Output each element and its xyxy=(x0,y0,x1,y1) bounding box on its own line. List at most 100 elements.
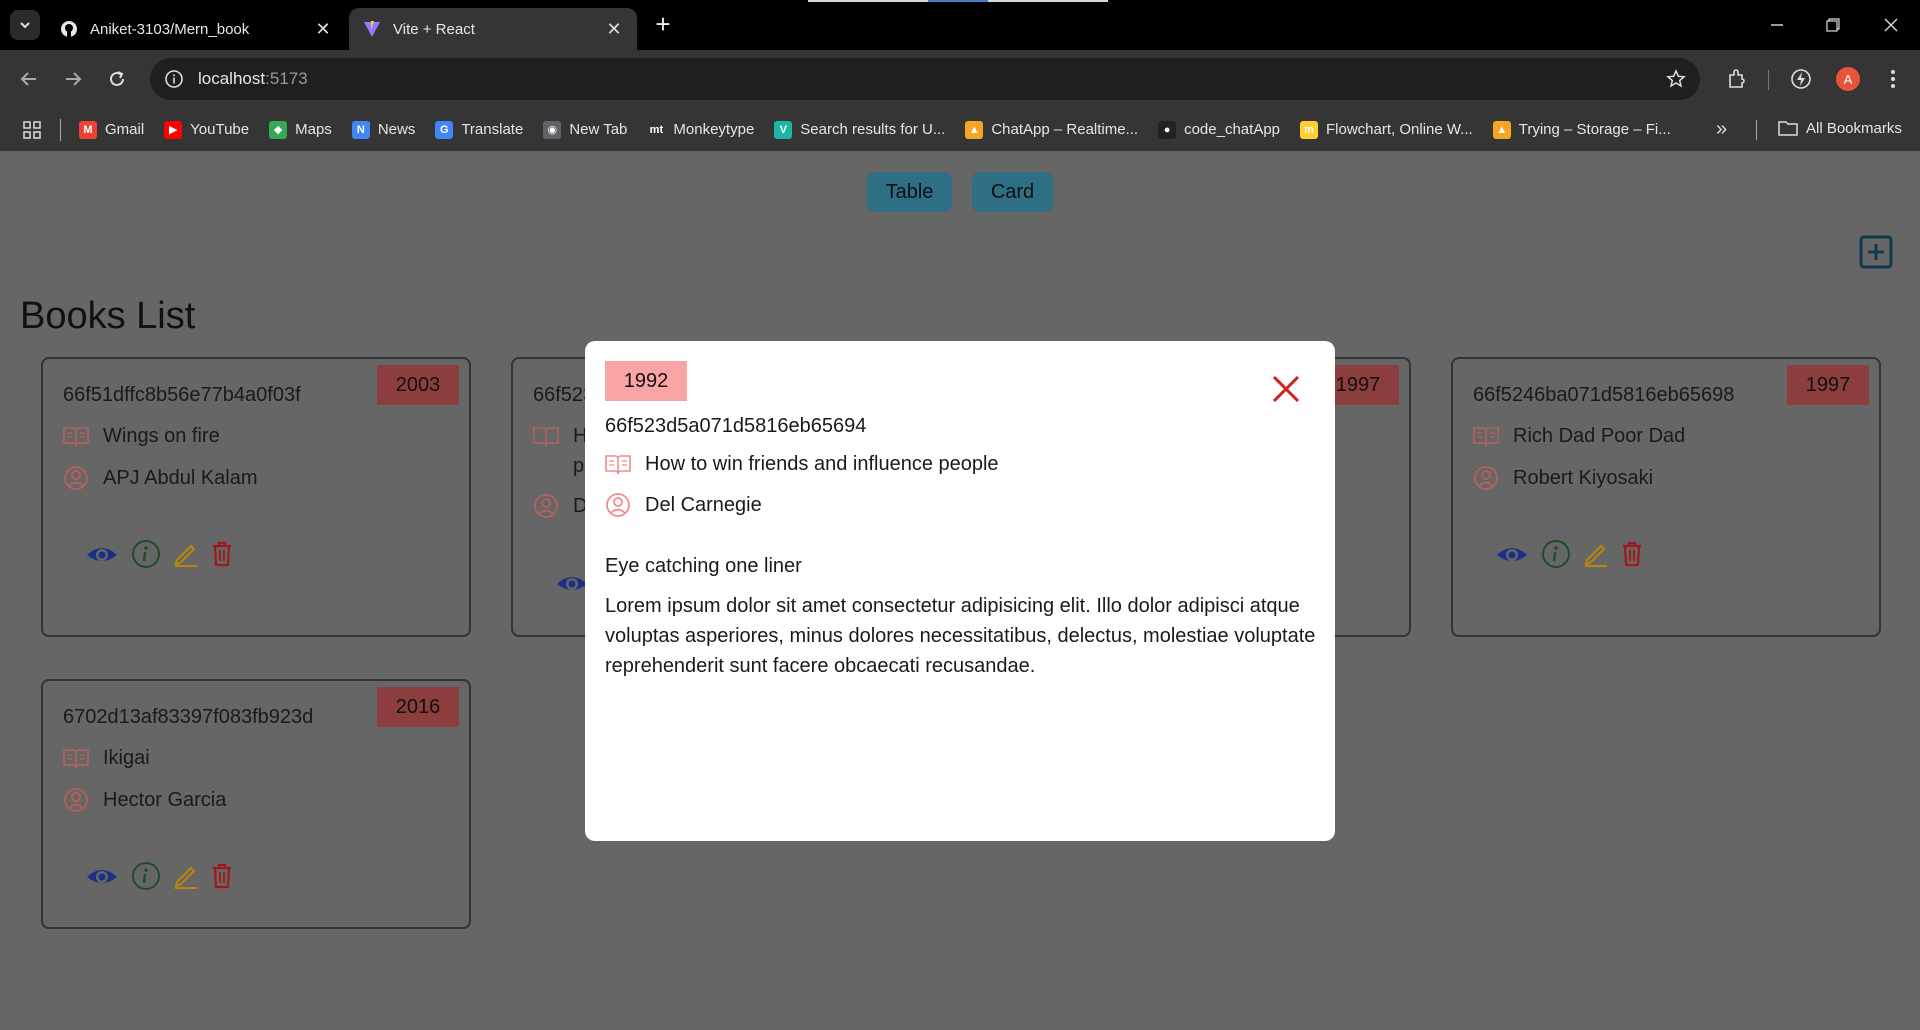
delete-trash-icon[interactable] xyxy=(1621,541,1643,567)
translate-icon: G xyxy=(435,120,454,139)
site-info-icon[interactable] xyxy=(164,69,184,89)
info-icon[interactable] xyxy=(1541,539,1571,569)
book-id: 66f51dffc8b56e77b4a0f03f xyxy=(63,384,301,406)
bookmark-item[interactable]: ◆ Maps xyxy=(269,120,332,139)
restore-icon[interactable] xyxy=(1810,8,1856,42)
bookmark-item[interactable]: N News xyxy=(351,120,416,139)
book-author: Hector Garcia xyxy=(103,788,227,811)
profile-avatar[interactable]: A xyxy=(1836,67,1860,91)
card-actions xyxy=(85,539,245,569)
bookmark-label: News xyxy=(377,121,416,138)
more-bookmarks-icon[interactable]: » xyxy=(1716,118,1727,141)
menu-icon[interactable] xyxy=(1880,66,1906,92)
firebase-icon: ▲ xyxy=(965,120,984,139)
view-eye-icon[interactable] xyxy=(85,864,119,888)
book-author-row: D xyxy=(533,493,587,519)
year-badge: 2003 xyxy=(377,365,459,405)
edit-pencil-icon[interactable] xyxy=(1583,541,1609,567)
tab-github[interactable]: Aniket-3103/Mern_book ✕ xyxy=(46,8,346,50)
delete-trash-icon[interactable] xyxy=(211,863,233,889)
url-text: localhost:5173 xyxy=(198,69,308,88)
book-id: 66f523d5a071d5816eb65694 xyxy=(605,415,867,437)
book-card: 2003 66f51dffc8b56e77b4a0f03f Wings on f… xyxy=(41,357,471,637)
book-author-row: APJ Abdul Kalam xyxy=(63,465,258,491)
book-author: Robert Kiyosaki xyxy=(1513,466,1654,489)
book-id: 6702d13af83397f083fb923d xyxy=(63,706,314,728)
bookmark-item[interactable]: ▲ Trying – Storage – Fi... xyxy=(1492,120,1671,139)
book-id: 66f5246ba071d5816eb65698 xyxy=(1473,384,1735,406)
book-title-continued: p xyxy=(573,455,585,477)
bookmark-item[interactable]: ◉ New Tab xyxy=(543,120,628,139)
book-icon xyxy=(605,454,631,474)
bookmark-label: Maps xyxy=(295,121,332,138)
one-liner: Eye catching one liner xyxy=(605,555,802,577)
bookmarks-divider xyxy=(60,118,61,141)
year-badge: 1997 xyxy=(1787,365,1869,405)
close-icon[interactable] xyxy=(1270,373,1302,405)
github-icon xyxy=(60,20,78,38)
bookmark-item[interactable]: V Search results for U... xyxy=(774,120,946,139)
bookmark-star-icon[interactable] xyxy=(1666,69,1686,89)
bookmark-item[interactable]: m Flowchart, Online W... xyxy=(1300,120,1473,139)
card-actions xyxy=(85,861,245,891)
bookmark-item[interactable]: ▲ ChatApp – Realtime... xyxy=(965,120,1138,139)
bookmark-label: code_chatApp xyxy=(1184,121,1281,138)
bookmark-label: Flowchart, Online W... xyxy=(1326,121,1473,138)
new-tab-button[interactable]: + xyxy=(650,11,676,38)
close-tab-icon[interactable]: ✕ xyxy=(314,19,332,39)
bookmark-item[interactable]: mt Monkeytype xyxy=(647,120,755,139)
card-view-button[interactable]: Card xyxy=(972,172,1053,212)
globe-icon: ◉ xyxy=(543,120,562,139)
year-badge: 2016 xyxy=(377,687,459,727)
edit-pencil-icon[interactable] xyxy=(173,863,199,889)
user-circle-icon xyxy=(534,494,558,518)
chevron-down-icon xyxy=(20,22,30,29)
reload-icon[interactable] xyxy=(102,64,132,94)
address-bar[interactable]: localhost:5173 xyxy=(150,58,1700,100)
minimize-icon[interactable] xyxy=(1754,8,1800,42)
info-icon[interactable] xyxy=(131,861,161,891)
book-icon xyxy=(63,426,89,446)
performance-icon[interactable] xyxy=(1788,66,1814,92)
user-circle-icon xyxy=(64,788,88,812)
monkeytype-icon: mt xyxy=(647,120,666,139)
close-window-icon[interactable] xyxy=(1868,8,1914,42)
bookmark-item[interactable]: ● code_chatApp xyxy=(1158,120,1281,139)
book-author-row: Hector Garcia xyxy=(63,787,226,813)
bookmark-item[interactable]: M Gmail xyxy=(79,120,144,139)
view-eye-icon[interactable] xyxy=(85,542,119,566)
book-icon xyxy=(63,748,89,768)
bookmark-label: Monkeytype xyxy=(673,121,755,138)
tab-title: Aniket-3103/Mern_book xyxy=(90,20,250,38)
forward-icon[interactable] xyxy=(58,64,88,94)
bookmark-list: M Gmail ▶ YouTube ◆ Maps N News G Translate ◉ New T… xyxy=(79,120,1691,139)
extensions-icon[interactable] xyxy=(1724,66,1750,92)
tab-vite-react[interactable]: Vite + React ✕ xyxy=(349,8,637,50)
book-title: Ikigai xyxy=(103,747,150,769)
bookmarks-bar: M Gmail ▶ YouTube ◆ Maps N News G Translate ◉ New T… xyxy=(0,108,1920,151)
bookmark-item[interactable]: ▶ YouTube xyxy=(164,120,249,139)
delete-trash-icon[interactable] xyxy=(211,541,233,567)
book-title-wrap: p xyxy=(573,455,584,478)
info-icon[interactable] xyxy=(131,539,161,569)
all-bookmarks-button[interactable]: All Bookmarks xyxy=(1778,119,1902,137)
bookmark-label: New Tab xyxy=(569,121,628,138)
tab-title: Vite + React xyxy=(393,20,475,38)
maps-icon: ◆ xyxy=(269,120,288,139)
apps-grid-icon[interactable] xyxy=(22,120,42,140)
bookmark-item[interactable]: G Translate xyxy=(435,120,523,139)
miro-icon: m xyxy=(1300,120,1319,139)
table-view-button[interactable]: Table xyxy=(867,172,952,212)
back-icon[interactable] xyxy=(14,64,44,94)
book-author-row: Del Carnegie xyxy=(605,492,762,518)
tab-search-button[interactable] xyxy=(10,10,40,40)
view-eye-icon[interactable] xyxy=(555,571,589,595)
add-book-icon[interactable] xyxy=(1859,235,1893,269)
bookmark-label: Search results for U... xyxy=(800,121,946,138)
edit-pencil-icon[interactable] xyxy=(173,541,199,567)
view-eye-icon[interactable] xyxy=(1495,542,1529,566)
window-drag-indicator xyxy=(808,0,1108,2)
book-author: Del Carnegie xyxy=(645,493,762,516)
book-card: 1997 66f5246ba071d5816eb65698 Rich Dad P… xyxy=(1451,357,1881,637)
close-tab-icon[interactable]: ✕ xyxy=(605,19,623,39)
